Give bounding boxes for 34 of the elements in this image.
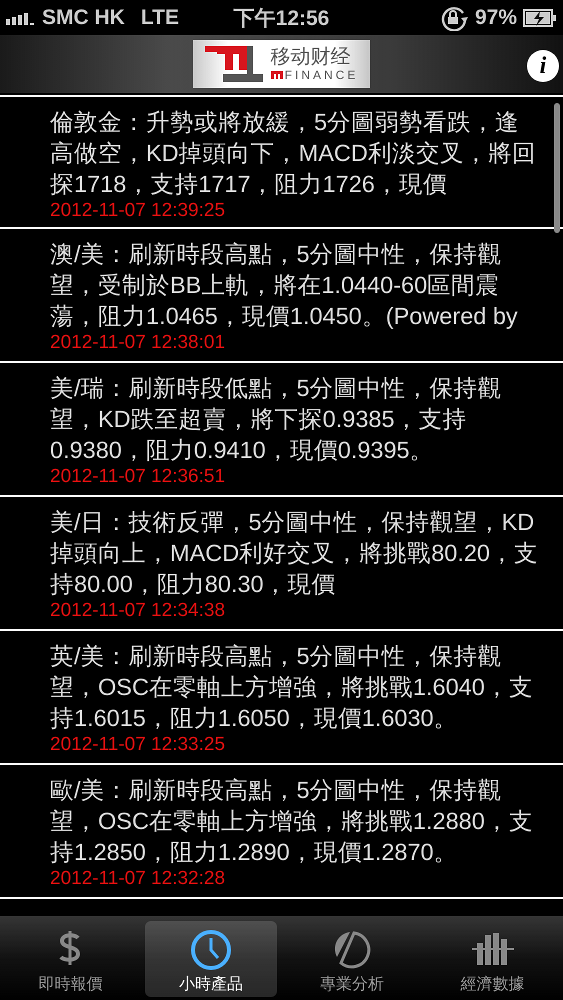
signal-icon — [6, 10, 36, 24]
logo-small-mark-icon — [270, 71, 283, 79]
news-timestamp: 2012-11-07 12:39:25 — [50, 200, 226, 222]
news-timestamp: 2012-11-07 12:33:25 — [50, 734, 226, 756]
battery-percentage: 97% — [474, 6, 517, 30]
clock-icon — [190, 929, 232, 971]
tab[interactable]: 即時報價 — [4, 921, 136, 997]
news-item[interactable]: 美/日：技術反彈，5分圖中性，保持觀望，KD掉頭向上，MACD利好交叉，將挑戰80.20，支持80.00，阻力80.30，現價 2012-11-07 12:34:38 — [0, 497, 563, 631]
news-timestamp: 2012-11-07 12:32:28 — [50, 868, 226, 890]
tab[interactable]: 小時產品 — [145, 921, 278, 997]
news-item[interactable]: 歐/美：刷新時段高點，5分圖中性，保持觀望，OSC在零軸上方增強，將挑戰1.2880，支持1.2850，阻力1.2890，現價1.2870。 2012-11-07 12:32:28 — [0, 765, 563, 899]
news-timestamp: 2012-11-07 12:34:38 — [50, 600, 226, 622]
tab[interactable]: 經濟數據 — [426, 921, 559, 997]
logo-subtitle: FINANCE — [284, 68, 358, 82]
battery-charging-icon — [523, 8, 557, 26]
network-type: LTE — [140, 6, 179, 30]
news-timestamp: 2012-11-07 12:38:01 — [50, 332, 226, 354]
tab[interactable]: 專業分析 — [286, 921, 418, 997]
carrier-name: SMC HK — [42, 6, 125, 30]
news-text: 美/瑞：刷新時段低點，5分圖中性，保持觀望，KD跌至超賣，將下探0.9385，支持0.9380，阻力0.9410，現價0.9395。 — [50, 374, 503, 465]
news-text: 歐/美：刷新時段高點，5分圖中性，保持觀望，OSC在零軸上方增強，將挑戰1.2880，支持1.2850，阻力1.2890，現價1.2870。 — [50, 776, 534, 867]
logo-mark-icon — [204, 46, 263, 82]
logo-title: 移动财经 — [270, 46, 351, 68]
news-text: 美/日：技術反彈，5分圖中性，保持觀望，KD掉頭向上，MACD利好交叉，將挑戰80.20，支持80.00，阻力80.30，現價 — [50, 508, 539, 599]
news-text: 英/美：刷新時段高點，5分圖中性，保持觀望，OSC在零軸上方增強，將挑戰1.6040，支持1.6015，阻力1.6050，現價1.6030。 — [50, 642, 534, 733]
news-item[interactable]: 英/美：刷新時段高點，5分圖中性，保持觀望，OSC在零軸上方增強，將挑戰1.6040，支持1.6015，阻力1.6050，現價1.6030。 2012-11-07 12:33:25 — [0, 631, 563, 765]
scrollbar[interactable] — [554, 103, 560, 233]
news-text: 澳/美：刷新時段高點，5分圖中性，保持觀望，受制於BB上軌，將在1.0440-60區間震蕩，阻力1.0465，現價1.0450。(Powered by — [50, 240, 519, 331]
news-item[interactable]: 美/瑞：刷新時段低點，5分圖中性，保持觀望，KD跌至超賣，將下探0.9385，支持0.9380，阻力0.9410，現價0.9395。 2012-11-07 12:36:51 — [0, 363, 563, 497]
clock-time: 下午12:56 — [234, 6, 330, 32]
info-button[interactable]: i — [527, 50, 559, 82]
news-item[interactable]: 澳/美：刷新時段高點，5分圖中性，保持觀望，受制於BB上軌，將在1.0440-60區間震蕩，阻力1.0465，現價1.0450。(Powered by 2012-11-07 12:38:01 — [0, 229, 563, 363]
news-text: 倫敦金：升勢或將放緩，5分圖弱勢看跌，逢高做空，KD掉頭向下，MACD利淡交叉，將回探1718，支持1717，阻力1726，現價 — [50, 108, 537, 199]
news-timestamp: 2012-11-07 12:36:51 — [50, 466, 226, 488]
